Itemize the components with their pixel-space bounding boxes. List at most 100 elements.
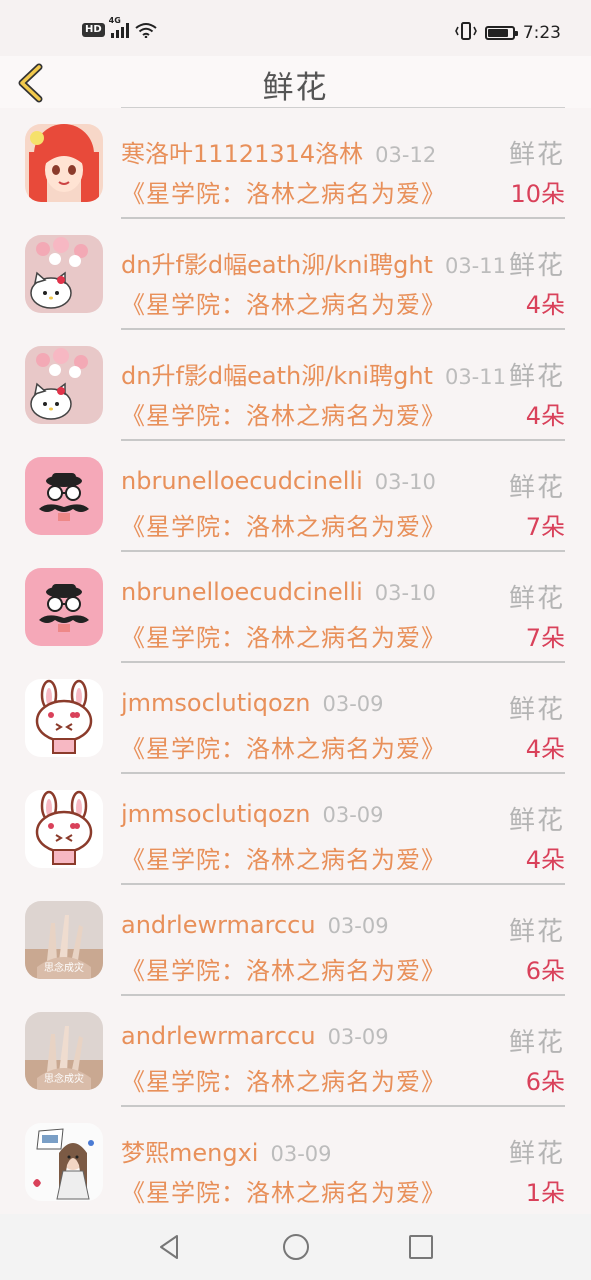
book-title[interactable]: 《星学院：洛林之病名为爱》: [121, 507, 446, 542]
gift-count: 4朵: [525, 291, 565, 319]
username: nbrunelloecudcinelli 03-10: [121, 578, 436, 606]
book-title[interactable]: 《星学院：洛林之病名为爱》: [121, 396, 446, 431]
gift-type-label: 鲜花: [508, 1028, 565, 1058]
wifi-icon: [135, 22, 157, 39]
gift-count: 4朵: [525, 735, 565, 763]
avatar[interactable]: [25, 346, 103, 424]
username-text: andrlewrmarccu: [121, 1022, 316, 1050]
gift-type-label: 鲜花: [508, 695, 565, 725]
username: 寒洛叶11121314洛林 03-12: [121, 134, 436, 169]
avatar[interactable]: [25, 235, 103, 313]
gift-type-label: 鲜花: [508, 473, 565, 503]
username: nbrunelloecudcinelli 03-10: [121, 467, 436, 495]
hd-badge: HD: [82, 23, 105, 37]
list-item[interactable]: 思念成灾 andrlewrmarccu 03-09 鲜花 《星学院：洛林之病名为爱…: [0, 885, 591, 996]
list-item[interactable]: 寒洛叶11121314洛林 03-12 鲜花 《星学院：洛林之病名为爱》 10朵: [0, 108, 591, 219]
list-item[interactable]: 思念成灾 andrlewrmarccu 03-09 鲜花 《星学院：洛林之病名为爱…: [0, 996, 591, 1107]
avatar[interactable]: 思念成灾: [25, 901, 103, 979]
avatar[interactable]: [25, 1123, 103, 1201]
username: 梦熙mengxi 03-09: [121, 1133, 332, 1168]
gift-date: 03-11: [444, 365, 506, 389]
username-text: nbrunelloecudcinelli: [121, 467, 363, 495]
status-left: HD 4G: [82, 16, 157, 39]
gift-count: 1朵: [525, 1179, 565, 1207]
book-title[interactable]: 《星学院：洛林之病名为爱》: [121, 618, 446, 653]
network-type-label: 4G: [108, 16, 121, 25]
gift-type-label: 鲜花: [508, 806, 565, 836]
gift-count: 7朵: [525, 513, 565, 541]
avatar[interactable]: [25, 679, 103, 757]
username-text: dn升f影d幅eath泖/kni聘ght: [121, 362, 433, 390]
gift-type-label: 鲜花: [508, 251, 565, 281]
gift-count: 6朵: [525, 957, 565, 985]
recents-square-icon: [409, 1235, 433, 1259]
username: jmmsoclutiqozn 03-09: [121, 689, 384, 717]
system-nav-bar: [0, 1214, 591, 1280]
home-circle-icon: [283, 1234, 309, 1260]
list-item[interactable]: jmmsoclutiqozn 03-09 鲜花 《星学院：洛林之病名为爱》 4朵: [0, 663, 591, 774]
gift-date: 03-11: [444, 254, 506, 278]
gift-date: 03-10: [374, 470, 436, 494]
username: jmmsoclutiqozn 03-09: [121, 800, 384, 828]
username-text: nbrunelloecudcinelli: [121, 578, 363, 606]
list-item[interactable]: nbrunelloecudcinelli 03-10 鲜花 《星学院：洛林之病名为…: [0, 552, 591, 663]
back-triangle-icon: [160, 1235, 178, 1259]
avatar[interactable]: [25, 790, 103, 868]
gift-count: 4朵: [525, 846, 565, 874]
list-item[interactable]: jmmsoclutiqozn 03-09 鲜花 《星学院：洛林之病名为爱》 4朵: [0, 774, 591, 885]
book-title[interactable]: 《星学院：洛林之病名为爱》: [121, 729, 446, 764]
battery-icon: [484, 25, 518, 40]
page-title: 鲜花: [262, 70, 329, 106]
username: dn升f影d幅eath泖/kni聘ght 03-11: [121, 356, 506, 391]
svg-text:思念成灾: 思念成灾: [44, 961, 84, 974]
gift-date: 03-10: [374, 581, 436, 605]
username-text: 寒洛叶11121314洛林: [121, 140, 364, 168]
vibrate-icon: [454, 22, 477, 43]
clock: 7:23: [522, 22, 561, 43]
gift-count: 6朵: [525, 1068, 565, 1096]
nav-home-button[interactable]: [281, 1232, 311, 1262]
list-item[interactable]: dn升f影d幅eath泖/kni聘ght 03-11 鲜花 《星学院：洛林之病名为…: [0, 219, 591, 330]
book-title[interactable]: 《星学院：洛林之病名为爱》: [121, 1173, 446, 1208]
username-text: jmmsoclutiqozn: [121, 800, 311, 828]
gift-list: 寒洛叶11121314洛林 03-12 鲜花 《星学院：洛林之病名为爱》 10朵 …: [0, 108, 591, 1218]
status-right: 7:23: [454, 22, 561, 43]
book-title[interactable]: 《星学院：洛林之病名为爱》: [121, 1062, 446, 1097]
avatar[interactable]: [25, 457, 103, 535]
username-text: andrlewrmarccu: [121, 911, 316, 939]
gift-type-label: 鲜花: [508, 362, 565, 392]
book-title[interactable]: 《星学院：洛林之病名为爱》: [121, 840, 446, 875]
svg-text:思念成灾: 思念成灾: [44, 1072, 84, 1085]
gift-count: 10朵: [510, 180, 565, 208]
book-title[interactable]: 《星学院：洛林之病名为爱》: [121, 951, 446, 986]
username: dn升f影d幅eath泖/kni聘ght 03-11: [121, 245, 506, 280]
gift-type-label: 鲜花: [508, 140, 565, 170]
book-title[interactable]: 《星学院：洛林之病名为爱》: [121, 285, 446, 320]
avatar[interactable]: 思念成灾: [25, 1012, 103, 1090]
username-text: 梦熙mengxi: [121, 1139, 259, 1167]
username-text: dn升f影d幅eath泖/kni聘ght: [121, 251, 433, 279]
gift-date: 03-12: [375, 143, 437, 167]
avatar[interactable]: [25, 124, 103, 202]
list-item[interactable]: nbrunelloecudcinelli 03-10 鲜花 《星学院：洛林之病名为…: [0, 441, 591, 552]
username: andrlewrmarccu 03-09: [121, 911, 389, 939]
status-bar: HD 4G 7:23: [0, 0, 591, 56]
gift-date: 03-09: [270, 1142, 332, 1166]
gift-type-label: 鲜花: [508, 1139, 565, 1169]
username: andrlewrmarccu 03-09: [121, 1022, 389, 1050]
avatar[interactable]: [25, 568, 103, 646]
gift-date: 03-09: [327, 1025, 389, 1049]
gift-count: 4朵: [525, 402, 565, 430]
gift-type-label: 鲜花: [508, 917, 565, 947]
book-title[interactable]: 《星学院：洛林之病名为爱》: [121, 174, 446, 209]
signal-icon: 4G: [109, 16, 129, 38]
gift-date: 03-09: [327, 914, 389, 938]
nav-back-button[interactable]: [155, 1232, 185, 1262]
username-text: jmmsoclutiqozn: [121, 689, 311, 717]
gift-date: 03-09: [322, 692, 384, 716]
nav-recents-button[interactable]: [406, 1232, 436, 1262]
gift-date: 03-09: [322, 803, 384, 827]
gift-type-label: 鲜花: [508, 584, 565, 614]
list-item[interactable]: dn升f影d幅eath泖/kni聘ght 03-11 鲜花 《星学院：洛林之病名为…: [0, 330, 591, 441]
list-item[interactable]: 梦熙mengxi 03-09 鲜花 《星学院：洛林之病名为爱》 1朵: [0, 1107, 591, 1218]
